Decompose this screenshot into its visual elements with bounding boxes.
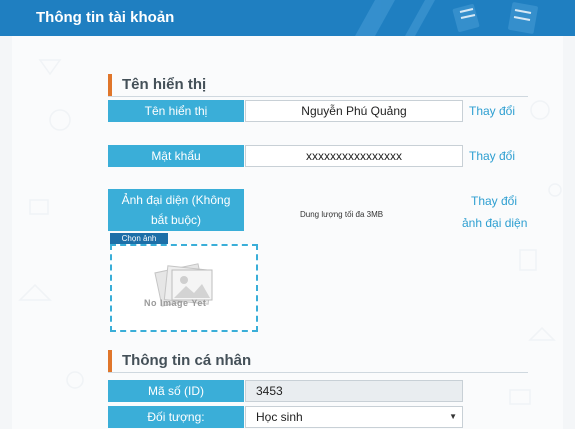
- user-id-label: Mã số (ID): [108, 380, 244, 402]
- display-name-label: Tên hiển thị: [108, 100, 244, 122]
- avatar-label-line1: Ảnh đại diện (Không: [121, 193, 231, 207]
- display-name-section-header: Tên hiển thị: [108, 74, 528, 97]
- header-decoration-icon: [355, 0, 538, 36]
- avatar-label-line2: bắt buộc): [150, 213, 202, 227]
- change-display-name-link[interactable]: Thay đổi: [469, 104, 515, 118]
- section-accent-bar: [108, 74, 112, 96]
- user-type-label: Đối tượng:: [108, 406, 244, 428]
- avatar-size-note: Dung lượng tối đa 3MB: [300, 210, 384, 219]
- display-name-field[interactable]: Nguyễn Phú Quảng: [245, 100, 463, 122]
- page-title: Thông tin tài khoản: [36, 9, 175, 26]
- user-type-value: Học sinh: [256, 410, 303, 424]
- change-avatar-link-line2[interactable]: ảnh đại diện: [462, 216, 527, 230]
- section-title: Tên hiển thị: [122, 76, 207, 93]
- password-label: Mật khẩu: [108, 145, 244, 167]
- avatar-label: Ảnh đại diện (Không bắt buộc): [108, 189, 244, 231]
- header-bar: Thông tin tài khoản: [0, 0, 575, 36]
- user-id-field: 3453: [245, 380, 463, 402]
- no-image-text: No Image Yet: [144, 298, 207, 308]
- change-avatar-link-line1[interactable]: Thay đổi: [471, 194, 517, 208]
- section-title: Thông tin cá nhân: [122, 352, 252, 369]
- section-accent-bar: [108, 350, 112, 372]
- change-password-link[interactable]: Thay đổi: [469, 149, 515, 163]
- avatar-upload-box[interactable]: No Image Yet: [110, 244, 258, 332]
- user-type-select[interactable]: Học sinh ▼: [245, 406, 463, 428]
- no-image-placeholder-icon: [154, 263, 213, 307]
- personal-info-section-header: Thông tin cá nhân: [108, 350, 528, 373]
- chevron-down-icon: ▼: [449, 412, 457, 421]
- password-field[interactable]: xxxxxxxxxxxxxxxx: [245, 145, 463, 167]
